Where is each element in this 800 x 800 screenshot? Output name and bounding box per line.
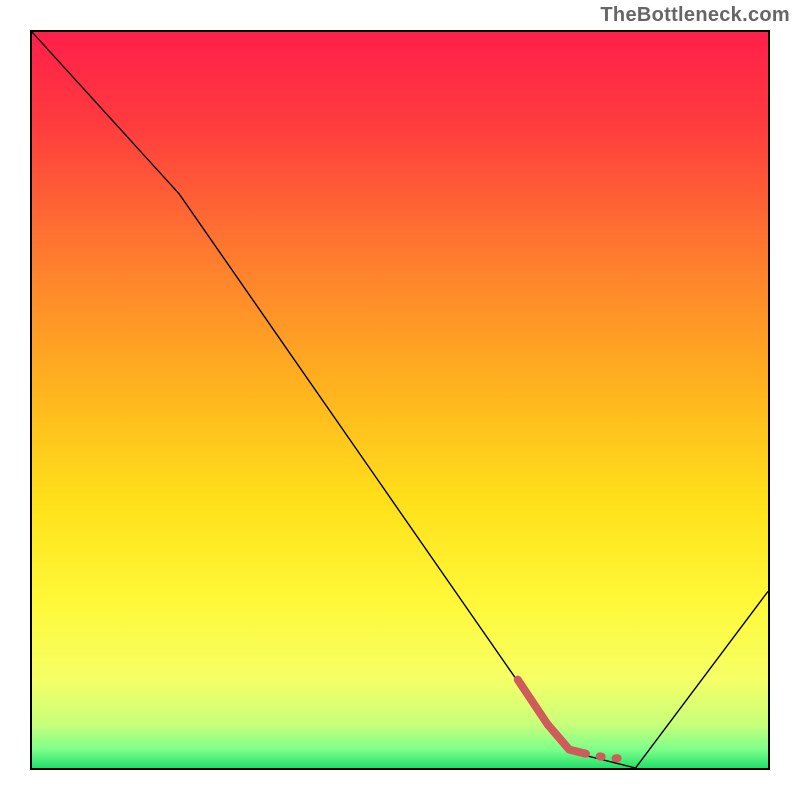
highlight-solid [518, 680, 584, 754]
attribution-text: TheBottleneck.com [600, 4, 790, 27]
main-curve [32, 32, 768, 768]
highlight-dashed [584, 753, 628, 758]
plot-area [30, 30, 770, 770]
curve-overlay [32, 32, 768, 768]
chart-container: TheBottleneck.com [0, 0, 800, 800]
